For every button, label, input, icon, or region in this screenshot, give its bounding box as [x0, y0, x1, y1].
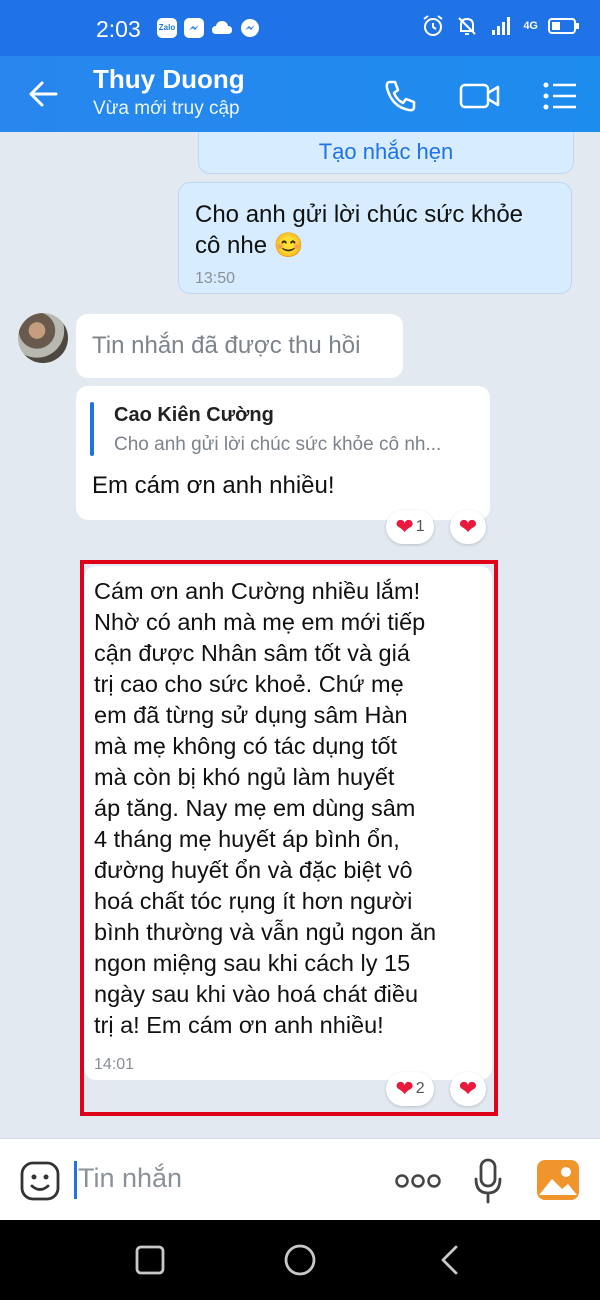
reaction-count: 1 — [415, 518, 425, 535]
react-button[interactable]: ❤ — [450, 510, 486, 544]
heart-icon: ❤ — [458, 514, 478, 539]
quote-author: Cao Kiên Cường — [114, 404, 274, 426]
battery-icon — [548, 18, 579, 34]
heart-icon: ❤ — [395, 514, 414, 539]
sticker-button[interactable] — [18, 1159, 62, 1203]
status-bar: 2:03 Zalo 4G — [0, 0, 600, 56]
home-icon — [284, 1244, 316, 1276]
more-options-button[interactable] — [394, 1169, 442, 1193]
system-back-button[interactable] — [436, 1244, 464, 1276]
smile-emoji-icon: 😊 — [273, 232, 304, 259]
voice-record-button[interactable] — [472, 1157, 504, 1205]
create-reminder-message: Tạo nhắc hẹn — [198, 132, 574, 174]
quoted-message[interactable]: Cao Kiên Cường Cho anh gửi lời chúc sức … — [90, 402, 476, 458]
recalled-message-text: Tin nhắn đã được thu hồi — [92, 332, 361, 359]
reply-message-bubble[interactable]: Cao Kiên Cường Cho anh gửi lời chúc sức … — [76, 386, 490, 520]
avatar[interactable] — [18, 313, 68, 363]
message-time: 13:50 — [195, 270, 236, 287]
back-icon — [441, 1245, 458, 1275]
sticker-icon — [20, 1161, 60, 1201]
video-call-icon — [459, 83, 500, 109]
last-seen-status: Vừa mới truy cập — [93, 98, 240, 119]
voice-call-button[interactable] — [380, 76, 420, 116]
image-gallery-icon — [537, 1160, 579, 1200]
recalled-message-bubble[interactable]: Tin nhắn đã được thu hồi — [76, 314, 403, 378]
message-text: Em cám ơn anh nhiều! — [92, 472, 335, 499]
message-list[interactable]: Tạo nhắc hẹn Cho anh gửi lời chúc sức kh… — [0, 132, 600, 1138]
messenger-icon — [241, 19, 259, 37]
network-label: 4G — [523, 20, 538, 32]
back-arrow-icon — [29, 81, 58, 107]
messenger-icon — [184, 18, 204, 38]
menu-list-icon — [543, 82, 576, 110]
create-reminder-link[interactable]: Tạo nhắc hẹn — [199, 139, 573, 165]
zalo-icon: Zalo — [157, 18, 177, 38]
quote-text: Cho anh gửi lời chúc sức khỏe cô nh... — [114, 434, 442, 455]
quote-bar — [90, 402, 94, 456]
image-gallery-button[interactable] — [536, 1159, 580, 1201]
highlight-box — [80, 560, 498, 1116]
message-input[interactable]: Tin nhắn — [78, 1163, 182, 1194]
recent-apps-icon — [135, 1245, 165, 1275]
cloud-icon — [212, 21, 232, 34]
message-line: cô nhe — [195, 232, 268, 259]
message-input-bar: Tin nhắn — [0, 1138, 600, 1221]
microphone-icon — [474, 1158, 502, 1204]
system-icons: 4G — [421, 14, 580, 38]
back-button[interactable] — [22, 74, 66, 114]
phone-icon — [385, 80, 416, 112]
more-options-icon — [395, 1174, 441, 1188]
reaction-summary[interactable]: ❤ 1 — [386, 510, 434, 544]
chat-menu-button[interactable] — [540, 76, 580, 116]
signal-icon — [492, 17, 511, 35]
message-line: Cho anh gửi lời chúc sức khỏe — [195, 201, 524, 228]
video-call-button[interactable] — [458, 76, 500, 116]
recent-apps-button[interactable] — [134, 1244, 166, 1276]
mute-icon — [458, 17, 477, 35]
status-time: 2:03 — [96, 16, 141, 42]
system-navigation-bar — [0, 1220, 600, 1300]
chat-header: Thuy Duong Vừa mới truy cập — [0, 56, 600, 132]
contact-name[interactable]: Thuy Duong — [93, 64, 245, 95]
text-caret — [74, 1161, 77, 1199]
alarm-icon — [423, 15, 443, 36]
message-bubble-self[interactable]: Cho anh gửi lời chúc sức khỏe cô nhe 😊 1… — [178, 182, 572, 294]
notification-icons: Zalo — [157, 18, 260, 38]
home-button[interactable] — [282, 1242, 318, 1278]
